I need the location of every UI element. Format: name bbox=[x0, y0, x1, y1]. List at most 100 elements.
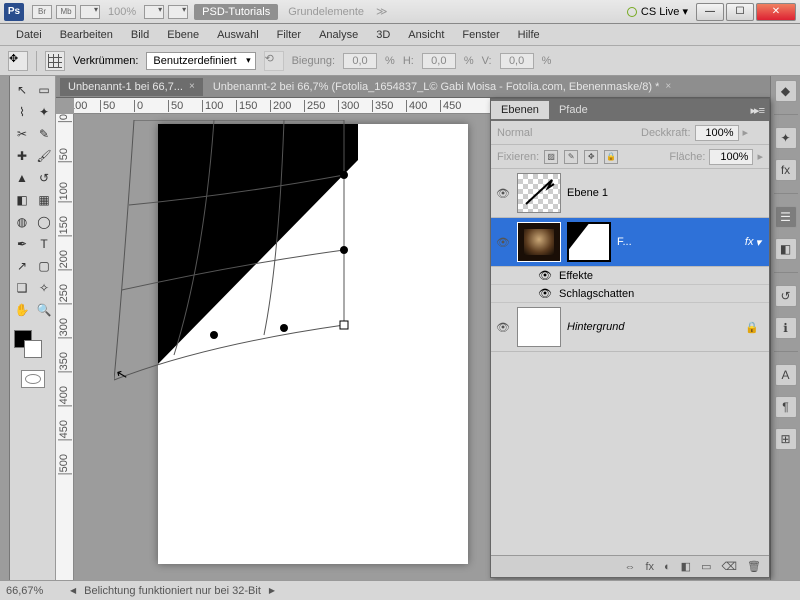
zoom-tool[interactable]: 🔍 bbox=[34, 300, 54, 320]
layer-mask-icon[interactable]: ◐ bbox=[664, 561, 671, 573]
blur-tool[interactable]: ◍ bbox=[12, 212, 32, 232]
lasso-tool[interactable]: ⌇ bbox=[12, 102, 32, 122]
opacity-input[interactable]: 100% bbox=[695, 125, 739, 141]
menu-ebene[interactable]: Ebene bbox=[159, 27, 207, 43]
visibility-icon[interactable]: 👁 bbox=[495, 236, 511, 249]
warp-grid[interactable] bbox=[114, 120, 364, 400]
layer-thumbnail[interactable] bbox=[517, 307, 561, 347]
heal-tool[interactable]: ✚ bbox=[12, 146, 32, 166]
dodge-tool[interactable]: ◯ bbox=[34, 212, 54, 232]
lock-paint-icon[interactable]: ✎ bbox=[564, 150, 578, 164]
bridge-button[interactable]: Br bbox=[32, 5, 52, 19]
link-layers-icon[interactable]: ⇔ bbox=[624, 561, 635, 573]
window-maximize[interactable]: ☐ bbox=[726, 3, 754, 21]
lock-all-icon[interactable]: 🔒 bbox=[604, 150, 618, 164]
crop-tool[interactable]: ✂ bbox=[12, 124, 32, 144]
channels-panel-icon[interactable]: ◧ bbox=[775, 238, 797, 260]
warp-grid-icon[interactable] bbox=[45, 51, 65, 71]
menu-auswahl[interactable]: Auswahl bbox=[209, 27, 267, 43]
menu-analyse[interactable]: Analyse bbox=[311, 27, 366, 43]
menu-bild[interactable]: Bild bbox=[123, 27, 157, 43]
effect-shadow-row[interactable]: 👁Schlagschatten bbox=[491, 285, 769, 303]
history-brush-tool[interactable]: ↺ bbox=[34, 168, 54, 188]
background-swatch[interactable] bbox=[24, 340, 42, 358]
menu-3d[interactable]: 3D bbox=[368, 27, 398, 43]
fill-input[interactable]: 100% bbox=[709, 149, 753, 165]
styles-panel-icon[interactable]: fx bbox=[775, 159, 797, 181]
visibility-icon[interactable]: 👁 bbox=[495, 187, 511, 200]
color-swatches[interactable] bbox=[12, 328, 54, 364]
panel-tab-pfade[interactable]: Pfade bbox=[549, 101, 598, 119]
wand-tool[interactable]: ✦ bbox=[34, 102, 54, 122]
visibility-icon[interactable]: 👁 bbox=[537, 269, 553, 282]
view-dropdown[interactable] bbox=[144, 5, 164, 19]
visibility-icon[interactable]: 👁 bbox=[495, 321, 511, 334]
history-panel-icon[interactable]: ↺ bbox=[775, 285, 797, 307]
visibility-icon[interactable]: 👁 bbox=[537, 287, 553, 300]
close-icon[interactable]: × bbox=[665, 81, 671, 92]
doc-tab-1[interactable]: Unbenannt-1 bei 66,7...× bbox=[60, 78, 203, 96]
new-layer-icon[interactable]: ⌫ bbox=[721, 560, 737, 573]
cs-live[interactable]: CS Live ▾ bbox=[627, 5, 688, 18]
eraser-tool[interactable]: ◧ bbox=[12, 190, 32, 210]
menu-datei[interactable]: Datei bbox=[8, 27, 50, 43]
menu-filter[interactable]: Filter bbox=[269, 27, 309, 43]
menu-ansicht[interactable]: Ansicht bbox=[400, 27, 452, 43]
stamp-tool[interactable]: ▲ bbox=[12, 168, 32, 188]
layer-name[interactable]: Hintergrund bbox=[567, 321, 624, 333]
ruler-vertical[interactable]: 050100150200250300350400450500 bbox=[56, 114, 74, 580]
adjustment-layer-icon[interactable]: ◧ bbox=[681, 560, 691, 573]
char-panel-icon[interactable]: A bbox=[775, 364, 797, 386]
group-icon[interactable]: ▭ bbox=[701, 560, 711, 573]
close-icon[interactable]: × bbox=[189, 81, 195, 92]
layout-dropdown[interactable] bbox=[80, 5, 100, 19]
window-close[interactable]: ✕ bbox=[756, 3, 796, 21]
trash-icon[interactable]: 🗑 bbox=[747, 560, 761, 573]
panel-menu-icon[interactable]: ▸▸ ≡ bbox=[744, 104, 769, 117]
effects-row[interactable]: 👁Effekte bbox=[491, 267, 769, 285]
menu-fenster[interactable]: Fenster bbox=[454, 27, 507, 43]
layer-row[interactable]: 👁 F... fx▾ bbox=[491, 218, 769, 267]
layer-row[interactable]: 👁 Ebene 1 bbox=[491, 169, 769, 218]
bend-input[interactable]: 0,0 bbox=[343, 53, 377, 69]
layers-panel[interactable]: Ebenen Pfade ▸▸ ≡ Normal Deckkraft: 100%… bbox=[490, 98, 770, 578]
window-minimize[interactable]: — bbox=[696, 3, 724, 21]
layer-thumbnail[interactable] bbox=[517, 222, 561, 262]
blend-mode-combo[interactable]: Normal bbox=[497, 127, 637, 139]
layer-fx-icon[interactable]: fx bbox=[645, 561, 654, 573]
adjust-panel-icon[interactable]: ✦ bbox=[775, 127, 797, 149]
pen-tool[interactable]: ✒ bbox=[12, 234, 32, 254]
color-panel-icon[interactable]: ◆ bbox=[775, 80, 797, 102]
lock-move-icon[interactable]: ✥ bbox=[584, 150, 598, 164]
layers-panel-icon[interactable]: ☰ bbox=[775, 206, 797, 228]
hand-tool[interactable]: ✋ bbox=[12, 300, 32, 320]
layer-row[interactable]: 👁 Hintergrund 🔒 bbox=[491, 303, 769, 352]
chevron-down-icon[interactable]: ▾ bbox=[755, 236, 761, 249]
type-tool[interactable]: T bbox=[34, 234, 54, 254]
transform-icon[interactable]: ✥ bbox=[8, 51, 28, 71]
3d-tool[interactable]: ❑ bbox=[12, 278, 32, 298]
lock-pixels-icon[interactable]: ▨ bbox=[544, 150, 558, 164]
status-next-icon[interactable]: ▶ bbox=[269, 586, 275, 595]
marquee-tool[interactable]: ▭ bbox=[34, 80, 54, 100]
status-prev-icon[interactable]: ◀ bbox=[70, 586, 76, 595]
workspace-tag[interactable]: PSD-Tutorials bbox=[194, 4, 278, 20]
nav-panel-icon[interactable]: ⊞ bbox=[775, 428, 797, 450]
zoom-readout[interactable]: 100% bbox=[108, 6, 136, 18]
more-workspaces[interactable]: ≫ bbox=[376, 5, 388, 18]
mask-thumbnail[interactable] bbox=[567, 222, 611, 262]
v-input[interactable]: 0,0 bbox=[500, 53, 534, 69]
panel-tab-ebenen[interactable]: Ebenen bbox=[491, 101, 549, 119]
workspace-alt[interactable]: Grundelemente bbox=[288, 6, 364, 18]
layer-name[interactable]: F... bbox=[617, 236, 632, 248]
menu-bearbeiten[interactable]: Bearbeiten bbox=[52, 27, 121, 43]
doc-tab-2[interactable]: Unbenannt-2 bei 66,7% (Fotolia_1654837_L… bbox=[205, 78, 764, 96]
eyedropper-tool[interactable]: ✎ bbox=[34, 124, 54, 144]
3d-camera-tool[interactable]: ✧ bbox=[34, 278, 54, 298]
h-input[interactable]: 0,0 bbox=[422, 53, 456, 69]
para-panel-icon[interactable]: ¶ bbox=[775, 396, 797, 418]
layer-name[interactable]: Ebene 1 bbox=[567, 187, 608, 199]
orientation-icon[interactable]: ⟲ bbox=[264, 51, 284, 71]
move-tool[interactable]: ↖ bbox=[12, 80, 32, 100]
warp-preset-combo[interactable]: Benutzerdefiniert bbox=[146, 52, 255, 70]
